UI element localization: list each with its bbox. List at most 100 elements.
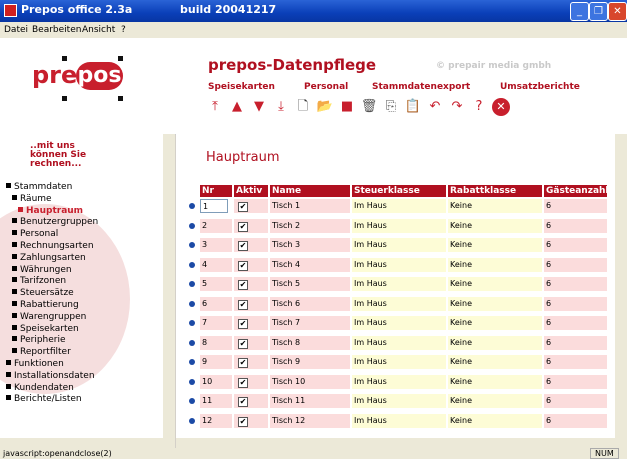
aktiv-checkbox[interactable]: ✔ xyxy=(238,241,248,251)
gaeste-cell[interactable]: 6 xyxy=(544,316,607,330)
aktiv-cell[interactable]: ✔ xyxy=(234,238,268,252)
aktiv-cell[interactable]: ✔ xyxy=(234,413,268,428)
table-row[interactable]: 10 ✔ Tisch 10 Im Haus Keine 6 xyxy=(184,373,609,393)
col-header-gaesteanzahl[interactable]: Gästeanzahl xyxy=(544,185,609,197)
table-row[interactable]: 8 ✔ Tisch 8 Im Haus Keine 6 xyxy=(184,334,609,354)
steuer-cell[interactable]: Im Haus xyxy=(352,374,446,389)
name-cell[interactable]: Tisch 11 xyxy=(270,394,350,408)
menu-help[interactable]: ? xyxy=(121,25,126,35)
last-icon[interactable]: ⤓ xyxy=(272,98,290,116)
name-cell[interactable]: Tisch 1 xyxy=(270,199,350,213)
aktiv-cell[interactable]: ✔ xyxy=(234,277,268,291)
nr-cell[interactable]: 7 xyxy=(200,316,232,330)
steuer-cell[interactable]: Im Haus xyxy=(352,199,446,213)
redo-icon[interactable]: ↷ xyxy=(448,98,466,116)
menu-bearbeiten[interactable]: Bearbeiten xyxy=(32,25,81,35)
aktiv-cell[interactable]: ✔ xyxy=(234,296,268,311)
name-cell[interactable]: Tisch 6 xyxy=(270,296,350,311)
table-row[interactable]: 5 ✔ Tisch 5 Im Haus Keine 6 xyxy=(184,275,609,295)
rabatt-cell[interactable]: Keine xyxy=(448,218,542,233)
nr-cell[interactable]: 3 xyxy=(200,238,232,252)
col-header-aktiv[interactable]: Aktiv xyxy=(234,185,268,197)
name-cell[interactable]: Tisch 3 xyxy=(270,238,350,252)
sidebar-item[interactable]: Reportfilter xyxy=(12,347,71,357)
aktiv-cell[interactable]: ✔ xyxy=(234,257,268,272)
col-header-name[interactable]: Name xyxy=(270,185,350,197)
sidebar-item[interactable]: Währungen xyxy=(12,265,72,275)
steuer-cell[interactable]: Im Haus xyxy=(352,277,446,291)
steuer-cell[interactable]: Im Haus xyxy=(352,335,446,350)
menu-ansicht[interactable]: Ansicht xyxy=(82,25,115,35)
rabatt-cell[interactable]: Keine xyxy=(448,413,542,428)
steuer-cell[interactable]: Im Haus xyxy=(352,355,446,369)
gaeste-cell[interactable]: 6 xyxy=(544,296,607,311)
name-cell[interactable]: Tisch 7 xyxy=(270,316,350,330)
steuer-cell[interactable]: Im Haus xyxy=(352,296,446,311)
nr-cell[interactable]: 1 xyxy=(200,199,228,213)
maximize-button[interactable]: ❐ xyxy=(589,2,608,21)
table-row[interactable]: 1 ✔ Tisch 1 Im Haus Keine 6 xyxy=(184,197,609,217)
rabatt-cell[interactable]: Keine xyxy=(448,277,542,291)
main-scrollbar[interactable] xyxy=(615,134,627,438)
sidebar-item[interactable]: Tarifzonen xyxy=(12,276,66,286)
paste-icon[interactable]: 📋 xyxy=(404,98,422,116)
table-row[interactable]: 11 ✔ Tisch 11 Im Haus Keine 6 xyxy=(184,392,609,412)
name-cell[interactable]: Tisch 10 xyxy=(270,374,350,389)
steuer-cell[interactable]: Im Haus xyxy=(352,394,446,408)
steuer-cell[interactable]: Im Haus xyxy=(352,316,446,330)
aktiv-cell[interactable]: ✔ xyxy=(234,374,268,389)
sidebar-item[interactable]: Personal xyxy=(12,229,58,239)
name-cell[interactable]: Tisch 2 xyxy=(270,218,350,233)
aktiv-checkbox[interactable]: ✔ xyxy=(238,202,248,212)
col-header-steuerklasse[interactable]: Steuerklasse xyxy=(352,185,446,197)
aktiv-cell[interactable]: ✔ xyxy=(234,335,268,350)
gaeste-cell[interactable]: 6 xyxy=(544,238,607,252)
rabatt-cell[interactable]: Keine xyxy=(448,296,542,311)
rabatt-cell[interactable]: Keine xyxy=(448,316,542,330)
aktiv-cell[interactable]: ✔ xyxy=(234,394,268,408)
aktiv-cell[interactable]: ✔ xyxy=(234,218,268,233)
aktiv-checkbox[interactable]: ✔ xyxy=(238,397,248,407)
table-row[interactable]: 12 ✔ Tisch 12 Im Haus Keine 6 xyxy=(184,412,609,432)
help-icon[interactable]: ? xyxy=(470,98,488,116)
nr-cell[interactable]: 5 xyxy=(200,277,232,291)
row-marker-icon[interactable] xyxy=(189,320,195,326)
nav-personal[interactable]: Personal xyxy=(304,82,348,92)
sidebar-item[interactable]: Rabattierung xyxy=(12,300,79,310)
gaeste-cell[interactable]: 6 xyxy=(544,257,607,272)
sidebar-item[interactable]: Peripherie xyxy=(12,335,66,345)
nr-cell[interactable]: 11 xyxy=(200,394,232,408)
up-icon[interactable]: ▲ xyxy=(228,98,246,116)
aktiv-checkbox[interactable]: ✔ xyxy=(238,416,248,427)
steuer-cell[interactable]: Im Haus xyxy=(352,218,446,233)
sidebar-item[interactable]: Kundendaten xyxy=(6,383,74,393)
sidebar-item[interactable]: Funktionen xyxy=(6,359,64,369)
aktiv-checkbox[interactable]: ✔ xyxy=(238,338,248,349)
menu-datei[interactable]: Datei xyxy=(4,25,28,35)
sidebar-hscrollbar[interactable] xyxy=(0,438,175,448)
copy-icon[interactable]: ⎘ xyxy=(382,98,400,116)
rabatt-cell[interactable]: Keine xyxy=(448,394,542,408)
gaeste-cell[interactable]: 6 xyxy=(544,355,607,369)
minimize-button[interactable]: _ xyxy=(570,2,589,21)
row-marker-icon[interactable] xyxy=(189,378,195,385)
gaeste-cell[interactable]: 6 xyxy=(544,218,607,233)
gaeste-cell[interactable]: 6 xyxy=(544,394,607,408)
rabatt-cell[interactable]: Keine xyxy=(448,335,542,350)
aktiv-checkbox[interactable]: ✔ xyxy=(238,319,248,329)
close-window-button[interactable]: ✕ xyxy=(608,2,627,21)
table-row[interactable]: 6 ✔ Tisch 6 Im Haus Keine 6 xyxy=(184,295,609,315)
gaeste-cell[interactable]: 6 xyxy=(544,413,607,428)
new-document-icon[interactable]: 🗋 xyxy=(294,98,312,116)
gaeste-cell[interactable]: 6 xyxy=(544,374,607,389)
close-icon[interactable]: ✕ xyxy=(492,98,510,116)
table-row[interactable]: 2 ✔ Tisch 2 Im Haus Keine 6 xyxy=(184,217,609,237)
nr-cell[interactable]: 2 xyxy=(200,218,232,233)
aktiv-cell[interactable]: ✔ xyxy=(234,199,268,213)
sidebar-item[interactable]: Rechnungsarten xyxy=(12,241,94,251)
sidebar-item[interactable]: Installationsdaten xyxy=(6,371,95,381)
row-marker-icon[interactable] xyxy=(189,281,195,287)
aktiv-checkbox[interactable]: ✔ xyxy=(238,358,248,368)
col-header-rabattklasse[interactable]: Rabattklasse xyxy=(448,185,542,197)
table-row[interactable]: 3 ✔ Tisch 3 Im Haus Keine 6 xyxy=(184,236,609,256)
